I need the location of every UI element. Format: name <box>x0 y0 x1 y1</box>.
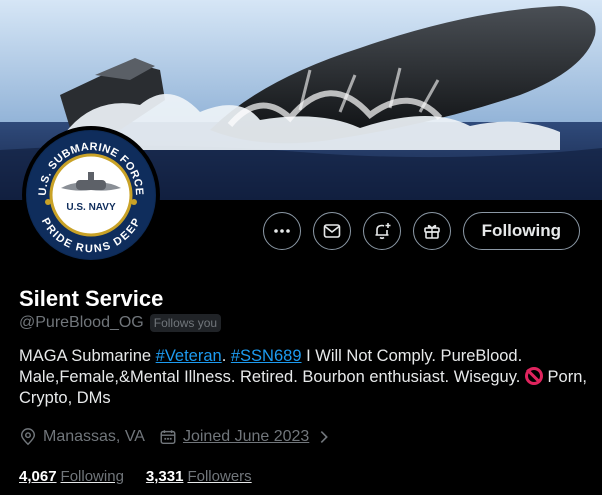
following-label: Following <box>60 468 124 485</box>
no-entry-emoji-icon <box>524 367 543 385</box>
location-item: Manassas, VA <box>19 428 145 446</box>
follow-stats: 4,067 Following 3,331 Followers <box>19 468 252 485</box>
profile-avatar[interactable]: U.S. SUBMARINE FORCE PRIDE RUNS DEEP U.S… <box>22 126 160 264</box>
chevron-right-icon <box>321 431 329 443</box>
hashtag-ssn689-link[interactable]: #SSN689 <box>231 347 302 365</box>
profile-bio: MAGA Submarine #Veteran. #SSN689 I Will … <box>19 346 589 409</box>
bio-text-separator: . <box>221 347 231 365</box>
user-handle: @PureBlood_OG <box>19 314 144 331</box>
follows-you-badge: Follows you <box>149 314 222 332</box>
display-name: Silent Service <box>19 286 164 311</box>
gift-icon <box>423 224 440 239</box>
following-count: 4,067 <box>19 468 57 485</box>
more-icon <box>273 229 290 233</box>
notify-button[interactable] <box>362 212 401 250</box>
logo-center-text: U.S. NAVY <box>66 202 116 213</box>
followers-count: 3,331 <box>145 468 184 485</box>
handle-row: @PureBlood_OG Follows you <box>19 314 222 332</box>
location-pin-icon <box>20 428 36 446</box>
joined-text[interactable]: Joined June 2023 <box>183 428 309 446</box>
message-button[interactable] <box>312 212 351 250</box>
gift-button[interactable] <box>412 212 451 250</box>
profile-actions: Following <box>262 212 580 250</box>
mail-icon <box>323 224 340 238</box>
following-button[interactable]: Following <box>462 212 580 250</box>
followers-count-link[interactable]: 3,331 Followers <box>146 468 252 485</box>
location-text: Manassas, VA <box>43 428 145 445</box>
followers-label: Followers <box>187 468 252 485</box>
calendar-icon <box>160 430 176 445</box>
bio-text-prefix: MAGA Submarine <box>19 347 156 365</box>
joined-item[interactable]: Joined June 2023 <box>159 428 333 446</box>
profile-meta: Manassas, VA Joined June 2023 <box>19 428 333 446</box>
more-button[interactable] <box>262 212 301 250</box>
bell-plus-icon <box>375 223 391 240</box>
submarine-force-logo: U.S. SUBMARINE FORCE PRIDE RUNS DEEP U.S… <box>27 131 155 259</box>
hashtag-veteran-link[interactable]: #Veteran <box>156 347 222 365</box>
following-count-link[interactable]: 4,067 Following <box>19 468 124 485</box>
